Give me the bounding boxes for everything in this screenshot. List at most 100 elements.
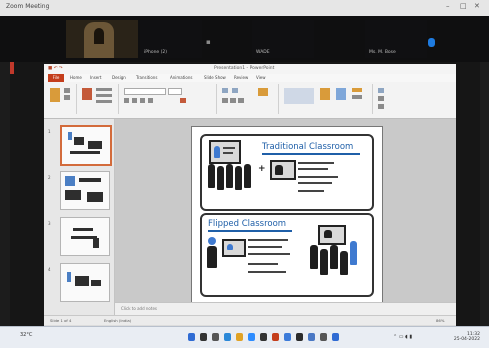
shape-outline-icon[interactable]: [352, 95, 362, 99]
maximize-button[interactable]: □: [460, 2, 467, 10]
align-right-icon[interactable]: [238, 98, 244, 103]
underline-icon[interactable]: [140, 98, 145, 103]
task-view-icon[interactable]: [212, 333, 219, 341]
slide-canvas[interactable]: Traditional Classroom + Flipped Classroo…: [191, 126, 383, 303]
thumb-graphic: [74, 137, 84, 145]
windows-taskbar: 32°C ⌃ ▭ ◖ ▮ 11:32 25-04-2022: [0, 326, 489, 348]
participant-tile[interactable]: WADE: [252, 20, 314, 58]
file-explorer-icon[interactable]: [236, 333, 243, 341]
shape-fill-icon[interactable]: [352, 88, 362, 92]
close-button[interactable]: ✕: [474, 2, 480, 10]
replace-icon[interactable]: [378, 96, 384, 101]
recording-indicator: [10, 62, 14, 74]
font-color-icon[interactable]: [180, 98, 186, 103]
bullets-icon[interactable]: [222, 88, 228, 93]
app-icon[interactable]: [332, 333, 339, 341]
tab-file[interactable]: File: [48, 74, 64, 82]
paste-icon[interactable]: [50, 88, 60, 102]
traditional-classroom-panel[interactable]: Traditional Classroom +: [200, 134, 374, 211]
teacher-figure: [350, 241, 357, 265]
tab-review[interactable]: Review: [234, 75, 248, 80]
strikethrough-icon[interactable]: [148, 98, 153, 103]
mail-icon[interactable]: [308, 333, 315, 341]
edge-icon[interactable]: [224, 333, 231, 341]
participant-tile[interactable]: iPhone (2): [140, 20, 202, 58]
notes-pane[interactable]: Click to add notes: [115, 302, 456, 316]
clock-date: 25-04-2022: [453, 337, 480, 342]
student-figure: [244, 164, 251, 188]
whiteboard-graphic: [209, 140, 241, 164]
tab-slide-show[interactable]: Slide Show: [204, 75, 226, 80]
tab-view[interactable]: View: [256, 75, 266, 80]
copy-icon[interactable]: [64, 95, 70, 100]
tab-animations[interactable]: Animations: [170, 75, 192, 80]
description-line: [248, 239, 288, 241]
student-figure: [340, 251, 348, 275]
minimize-button[interactable]: –: [446, 2, 450, 10]
settings-icon[interactable]: [320, 333, 327, 341]
participant-strip: iPhone (2) ▪ WADE Ms. M. Bose: [0, 16, 489, 62]
homework-graphic: [270, 160, 296, 180]
clipboard-group: [46, 84, 77, 114]
shapes-gallery[interactable]: [284, 88, 314, 104]
align-center-icon[interactable]: [230, 98, 236, 103]
tab-design[interactable]: Design: [112, 75, 126, 80]
slides-group: [78, 84, 119, 114]
clock[interactable]: 11:32 25-04-2022: [440, 332, 480, 342]
flipped-classroom-panel[interactable]: Flipped Classroom: [200, 213, 374, 297]
paragraph-group: [218, 84, 279, 114]
quick-styles-icon[interactable]: [336, 88, 346, 100]
numbering-icon[interactable]: [232, 88, 238, 93]
weather-widget[interactable]: 32°C: [20, 332, 32, 338]
slide-thumbnail[interactable]: [60, 263, 110, 302]
slide-thumbnail[interactable]: [60, 171, 110, 210]
ppt-document-title: Presentation1 - PowerPoint: [214, 66, 275, 71]
section-icon[interactable]: [96, 100, 112, 103]
participant-name: WADE: [256, 50, 270, 55]
tab-insert[interactable]: Insert: [90, 75, 101, 80]
font-name-select[interactable]: [124, 88, 166, 95]
tab-transitions[interactable]: Transitions: [136, 75, 157, 80]
participant-tile[interactable]: Ms. M. Bose: [365, 20, 427, 58]
description-line: [298, 190, 324, 192]
student-figure: [330, 245, 338, 269]
italic-icon[interactable]: [132, 98, 137, 103]
store-icon[interactable]: [260, 333, 267, 341]
align-left-icon[interactable]: [222, 98, 228, 103]
student-figure: [226, 164, 233, 188]
new-slide-icon[interactable]: [82, 88, 92, 100]
board-text-line: [223, 147, 235, 149]
participant-tile[interactable]: [66, 20, 138, 58]
word-icon[interactable]: [284, 333, 291, 341]
participant-name: iPhone (2): [144, 50, 167, 55]
board-text-line: [223, 152, 233, 154]
zoom-level[interactable]: 86%: [436, 318, 444, 323]
zoom-app-icon[interactable]: [248, 333, 255, 341]
search-icon[interactable]: [200, 333, 207, 341]
reset-icon[interactable]: [96, 94, 112, 97]
bold-icon[interactable]: [124, 98, 129, 103]
tab-home[interactable]: Home: [70, 75, 82, 80]
ppt-status-bar: Slide 1 of 4 English (India) 86%: [44, 315, 456, 325]
smartart-icon[interactable]: [258, 88, 268, 96]
select-icon[interactable]: [378, 104, 384, 109]
language-indicator[interactable]: English (India): [104, 318, 131, 323]
description-line: [298, 182, 332, 184]
thumb-graphic: [73, 228, 93, 231]
start-icon[interactable]: [188, 333, 195, 341]
cut-icon[interactable]: [64, 88, 70, 93]
student-figure: [207, 246, 217, 268]
student-figure: [208, 164, 215, 188]
powerpoint-icon[interactable]: [272, 333, 279, 341]
quick-access-icon[interactable]: ■ ↶ ↷: [48, 66, 63, 71]
font-size-select[interactable]: [168, 88, 182, 95]
slide-thumbnail[interactable]: [60, 125, 112, 166]
app-icon[interactable]: [296, 333, 303, 341]
title-underline: [208, 230, 292, 232]
find-icon[interactable]: [378, 88, 384, 93]
system-tray[interactable]: ⌃ ▭ ◖ ▮: [393, 334, 412, 340]
arrange-icon[interactable]: [320, 88, 330, 100]
thumb-graphic: [75, 276, 89, 286]
slide-thumbnail[interactable]: [60, 217, 110, 256]
layout-icon[interactable]: [96, 88, 112, 91]
